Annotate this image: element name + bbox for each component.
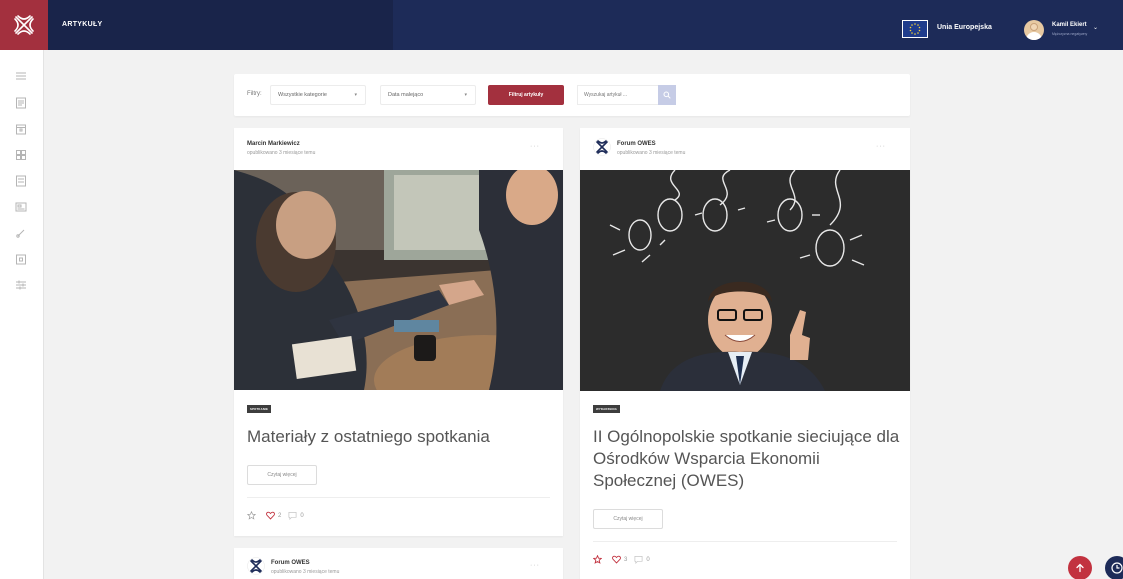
comments-button[interactable]: 0: [634, 555, 650, 564]
filter-articles-button[interactable]: Filtruj artykuły: [488, 85, 564, 105]
article-card: Forum OWES opublikowano 3 miesiące temu …: [580, 128, 910, 579]
forum-owes-logo[interactable]: [593, 138, 611, 156]
settings-icon[interactable]: [15, 279, 27, 291]
search-input[interactable]: [577, 85, 658, 105]
articles-icon[interactable]: [15, 97, 27, 109]
eu-label: Unia Europejska: [937, 24, 992, 31]
comments-button[interactable]: 0: [288, 511, 304, 520]
forum-owes-logo[interactable]: [247, 557, 265, 575]
like-button[interactable]: 3: [612, 555, 627, 564]
star-icon: [247, 511, 256, 520]
article-image[interactable]: [234, 170, 563, 390]
star-icon: [593, 555, 602, 564]
filter-label: Filtry:: [247, 91, 262, 97]
sidebar: [0, 50, 44, 579]
favorite-button[interactable]: [247, 511, 259, 520]
card-date: opublikowano 3 miesiące temu: [271, 569, 340, 575]
caret-down-icon: ▾: [464, 92, 467, 98]
comment-count: 0: [646, 556, 650, 563]
link-icon[interactable]: [15, 227, 27, 239]
card-author[interactable]: Marcin Markiewicz: [247, 141, 300, 147]
card-author[interactable]: Forum OWES: [271, 560, 310, 566]
category-tag[interactable]: WYDARZENIA: [593, 405, 620, 413]
filter-bar: Filtry: Wszystkie kategorie ▾ Data malej…: [234, 74, 910, 116]
comment-icon: [288, 511, 297, 520]
more-options-icon[interactable]: ···: [530, 562, 540, 569]
calendar-icon[interactable]: [15, 123, 27, 135]
heart-icon: [266, 511, 275, 520]
sort-select[interactable]: Data malejąco ▾: [380, 85, 476, 105]
notes-icon[interactable]: [15, 175, 27, 187]
avatar[interactable]: [1024, 20, 1044, 40]
logo-icon: [14, 15, 34, 35]
caret-down-icon: ▾: [354, 92, 357, 98]
divider: [247, 497, 550, 498]
like-count: 3: [624, 556, 628, 563]
sort-select-value: Data malejąco: [388, 92, 424, 98]
grid-icon[interactable]: [15, 149, 27, 161]
read-more-button[interactable]: Czytaj więcej: [247, 465, 317, 485]
comment-icon: [634, 555, 643, 564]
article-card: Marcin Markiewicz opublikowano 3 miesiąc…: [234, 128, 563, 536]
media-icon[interactable]: [15, 201, 27, 213]
article-card: Forum OWES opublikowano 3 miesiące temu …: [234, 548, 563, 579]
search-button[interactable]: [658, 85, 676, 105]
search-icon: [663, 91, 671, 99]
card-date: opublikowano 3 miesiące temu: [247, 150, 316, 156]
like-button[interactable]: 2: [266, 511, 281, 520]
user-name[interactable]: Kamil Ekiert: [1052, 22, 1087, 28]
page-title: ARTYKUŁY: [62, 21, 103, 28]
article-title[interactable]: II Ogólnopolskie spotkanie sieciujące dl…: [593, 426, 905, 492]
card-actions: 3 0: [593, 555, 657, 564]
top-bar: ARTYKUŁY Unia Europejska Kamil Ekiert Mę…: [0, 0, 1123, 50]
clock-icon: [1111, 562, 1123, 574]
card-date: opublikowano 3 miesiące temu: [617, 150, 686, 156]
chevron-down-icon[interactable]: ⌄: [1093, 24, 1098, 31]
app-logo[interactable]: [0, 0, 48, 50]
eu-flag-icon: [902, 20, 928, 38]
arrow-up-icon: [1076, 563, 1084, 573]
history-button[interactable]: [1105, 556, 1123, 579]
category-select-value: Wszystkie kategorie: [278, 92, 327, 98]
article-image[interactable]: [580, 170, 910, 391]
like-count: 2: [278, 512, 282, 519]
article-title[interactable]: Materiały z ostatniego spotkania: [247, 426, 552, 448]
favorite-button[interactable]: [593, 555, 605, 564]
more-options-icon[interactable]: ···: [876, 143, 886, 150]
scroll-to-top-button[interactable]: [1068, 556, 1092, 579]
comment-count: 0: [300, 512, 304, 519]
category-tag[interactable]: SPOTKANIE: [247, 405, 272, 413]
card-actions: 2 0: [247, 511, 311, 520]
card-author[interactable]: Forum OWES: [617, 141, 656, 147]
divider: [593, 541, 897, 542]
more-options-icon[interactable]: ···: [530, 143, 540, 150]
read-more-button[interactable]: Czytaj więcej: [593, 509, 663, 529]
category-select[interactable]: Wszystkie kategorie ▾: [270, 85, 366, 105]
heart-icon: [612, 555, 621, 564]
document-icon[interactable]: [15, 253, 27, 265]
user-subtitle: Mężczyzna negatywny: [1052, 32, 1088, 36]
menu-icon[interactable]: [15, 70, 27, 82]
